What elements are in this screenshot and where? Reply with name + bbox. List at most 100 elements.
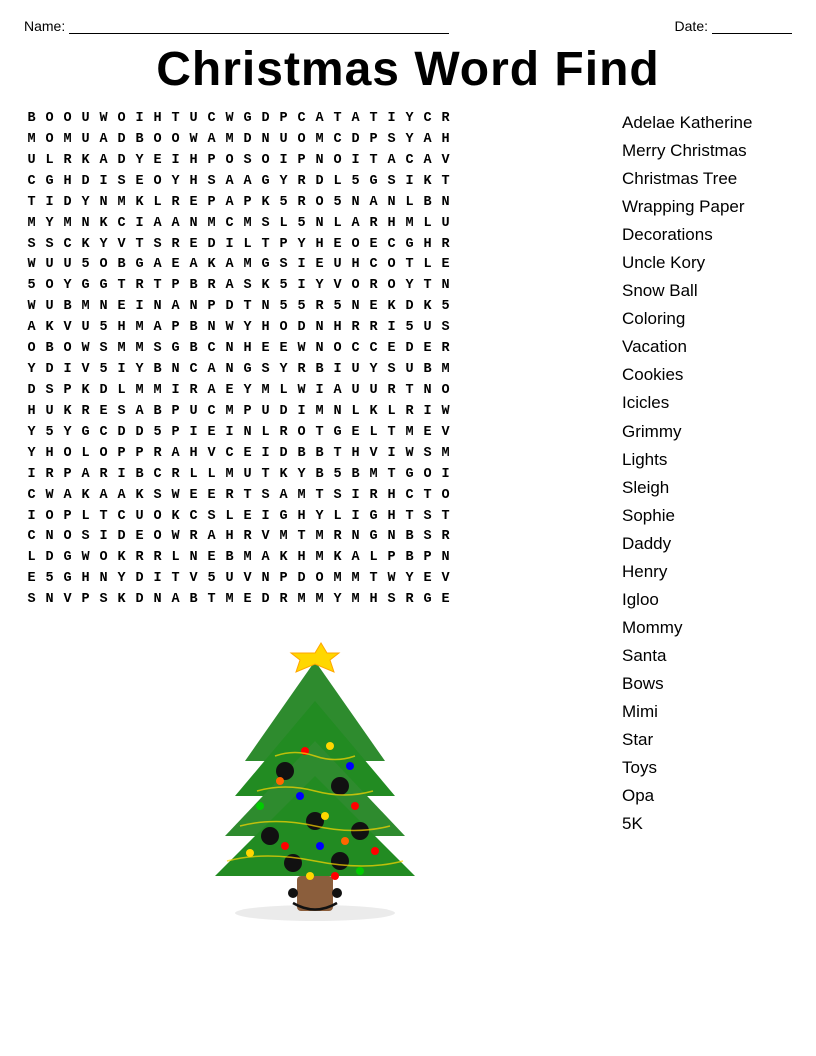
grid-cell: E (438, 590, 456, 611)
grid-cell: S (258, 214, 276, 235)
grid-cell: M (204, 214, 222, 235)
grid-cell: P (204, 297, 222, 318)
grid-cell: D (240, 130, 258, 151)
grid-cell: R (132, 276, 150, 297)
grid-cell: E (420, 339, 438, 360)
grid-row: SSCKYVTSREDILTPYHEOECGHR (24, 235, 606, 256)
grid-cell: N (78, 214, 96, 235)
grid-cell: O (276, 318, 294, 339)
grid-cell: W (294, 381, 312, 402)
grid-row: LDGWOKRRLNEBMAKHMKALPBPN (24, 548, 606, 569)
grid-cell: D (96, 381, 114, 402)
grid-row: CGHDISEOYHSAAGYRDL5GSIKT (24, 172, 606, 193)
grid-cell: D (114, 527, 132, 548)
grid-cell: M (402, 214, 420, 235)
grid-cell: W (222, 109, 240, 130)
grid-cell: D (258, 109, 276, 130)
grid-row: BOOUWOIHTUCWGDPCATATIYCR (24, 109, 606, 130)
grid-cell: I (222, 423, 240, 444)
grid-cell: L (258, 423, 276, 444)
grid-cell: I (258, 507, 276, 528)
grid-row: YDIV5IYBNCANGSYRBIUYSUBM (24, 360, 606, 381)
grid-cell: M (132, 339, 150, 360)
grid-cell: Y (60, 276, 78, 297)
grid-cell: Y (294, 235, 312, 256)
grid-cell: G (402, 465, 420, 486)
grid-cell: V (240, 569, 258, 590)
grid-cell: G (276, 507, 294, 528)
grid-cell: I (384, 109, 402, 130)
word-item: Henry (622, 558, 792, 586)
grid-cell: I (348, 151, 366, 172)
grid-cell: Y (312, 507, 330, 528)
grid-cell: A (348, 109, 366, 130)
grid-cell: D (42, 360, 60, 381)
grid-cell: U (348, 360, 366, 381)
grid-cell: Y (402, 130, 420, 151)
grid-cell: B (420, 360, 438, 381)
grid-cell: O (42, 109, 60, 130)
grid-cell: M (312, 527, 330, 548)
grid-cell: R (168, 193, 186, 214)
grid-cell: O (42, 507, 60, 528)
grid-cell: L (24, 548, 42, 569)
grid-cell: S (42, 235, 60, 256)
grid-cell: O (96, 444, 114, 465)
grid-cell: N (348, 193, 366, 214)
grid-cell: C (222, 444, 240, 465)
grid-cell: B (348, 465, 366, 486)
grid-cell: A (330, 381, 348, 402)
grid-cell: D (402, 339, 420, 360)
grid-cell: O (294, 130, 312, 151)
grid-cell: K (366, 402, 384, 423)
grid-cell: Y (240, 381, 258, 402)
grid-cell: C (114, 214, 132, 235)
word-list: Adelae KatherineMerry ChristmasChristmas… (622, 109, 792, 926)
page-title: Christmas Word Find (24, 42, 792, 97)
grid-cell: K (258, 276, 276, 297)
grid-cell: D (132, 569, 150, 590)
grid-cell: E (276, 339, 294, 360)
grid-cell: I (24, 465, 42, 486)
grid-cell: E (186, 486, 204, 507)
grid-cell: L (276, 381, 294, 402)
grid-cell: U (42, 297, 60, 318)
grid-cell: L (348, 402, 366, 423)
grid-cell: T (114, 276, 132, 297)
grid-cell: C (24, 527, 42, 548)
grid-cell: O (150, 527, 168, 548)
grid-cell: O (42, 276, 60, 297)
grid-cell: T (132, 235, 150, 256)
grid-row: YHOLOPPRAHVCEIDBBTHVIWSM (24, 444, 606, 465)
grid-row: CNOSIDEOWRAHRVMTMRNGNBSR (24, 527, 606, 548)
word-item: Mommy (622, 614, 792, 642)
grid-cell: D (258, 590, 276, 611)
grid-cell: 5 (330, 297, 348, 318)
grid-cell: H (294, 507, 312, 528)
word-item: Sleigh (622, 474, 792, 502)
grid-cell: T (402, 381, 420, 402)
grid-cell: P (60, 507, 78, 528)
grid-cell: M (60, 130, 78, 151)
grid-cell: G (78, 423, 96, 444)
grid-cell: R (60, 151, 78, 172)
grid-cell: Y (240, 318, 258, 339)
word-item: Decorations (622, 221, 792, 249)
grid-cell: L (240, 235, 258, 256)
grid-cell: I (132, 214, 150, 235)
grid-cell: I (42, 193, 60, 214)
grid-cell: I (438, 465, 456, 486)
grid-cell: A (186, 255, 204, 276)
grid-cell: N (438, 276, 456, 297)
grid-cell: K (384, 297, 402, 318)
grid-cell: O (96, 548, 114, 569)
grid-cell: B (132, 465, 150, 486)
grid-cell: D (24, 381, 42, 402)
grid-cell: N (96, 193, 114, 214)
grid-cell: Y (60, 423, 78, 444)
grid-cell: G (132, 255, 150, 276)
grid-cell: G (420, 590, 438, 611)
grid-row: HUKRESABPUCMPUDIMNLKLRIW (24, 402, 606, 423)
grid-cell: R (132, 548, 150, 569)
grid-cell: K (168, 507, 186, 528)
